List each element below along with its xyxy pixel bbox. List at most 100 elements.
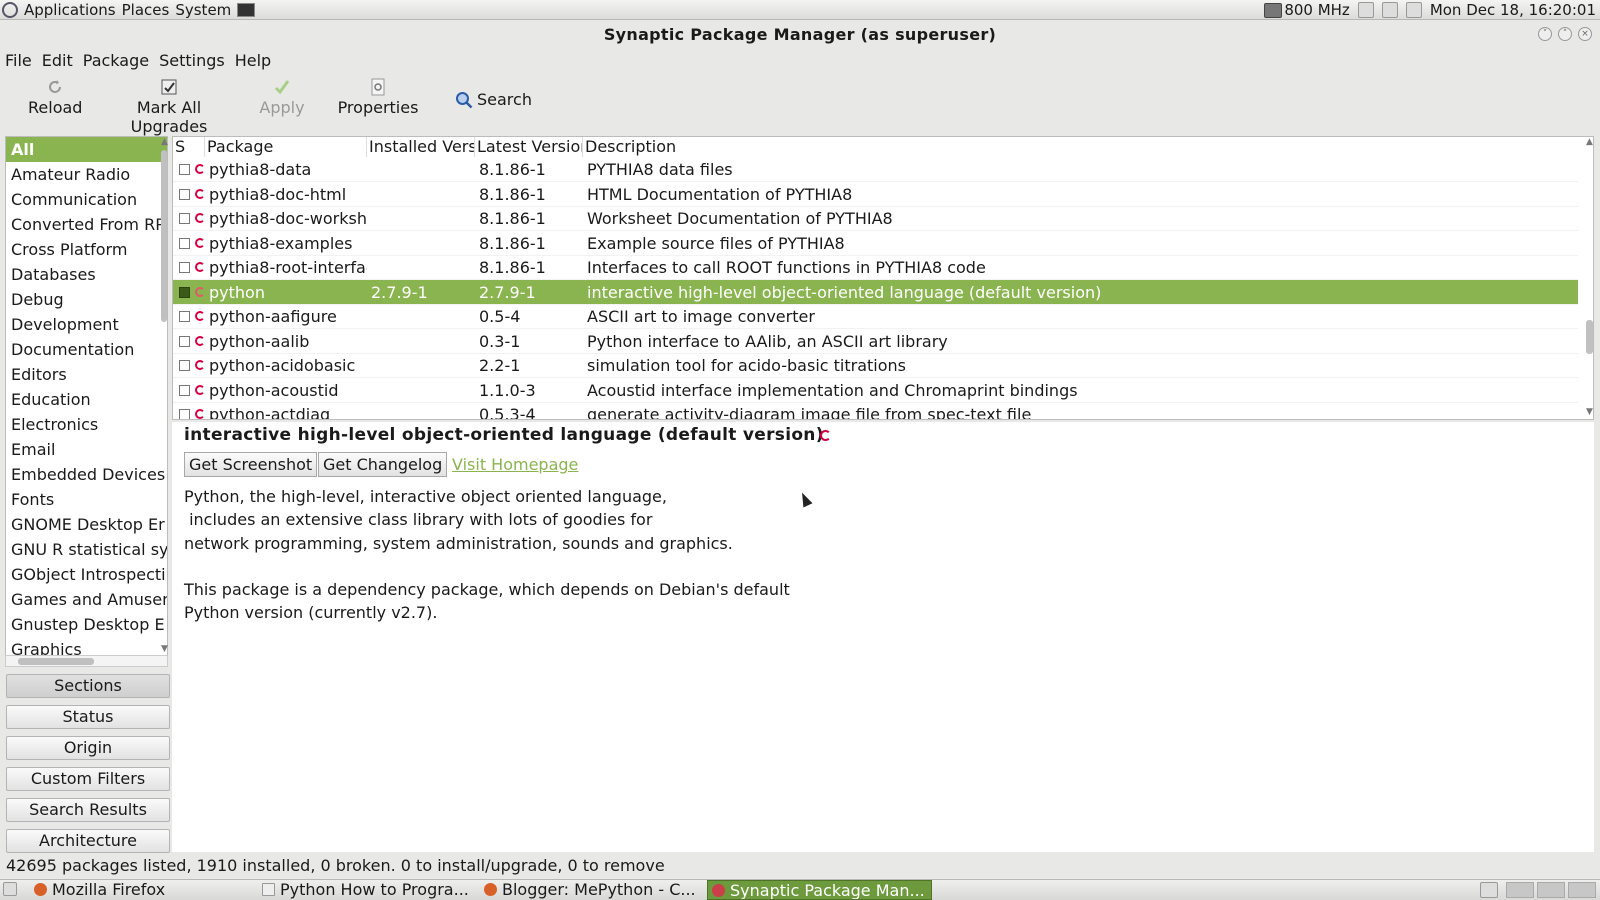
section-item[interactable]: Email <box>6 437 167 462</box>
filter-custom-filters-button[interactable]: Custom Filters <box>6 767 170 791</box>
workspace-1[interactable] <box>1506 882 1534 898</box>
menu-package[interactable]: Package <box>83 50 149 72</box>
table-row[interactable]: pythia8-doc-html 8.1.86-1 HTML Documentati… <box>173 182 1578 207</box>
table-row[interactable]: python-aafigure 0.5-4 ASCII art to image c… <box>173 304 1578 329</box>
package-vertical-scrollbar[interactable] <box>1584 138 1594 418</box>
filter-architecture-button[interactable]: Architecture <box>6 829 170 853</box>
package-checkbox[interactable] <box>179 360 190 371</box>
package-checkbox[interactable] <box>179 188 190 200</box>
taskbar-item-blogger[interactable]: Blogger: MePython - C... <box>480 880 698 900</box>
maximize-icon[interactable]: ˄ <box>1558 27 1572 41</box>
col-header-latest[interactable]: Latest Versior <box>475 137 583 157</box>
table-scroll-up-icon[interactable]: ▲ <box>1586 137 1593 147</box>
package-checkbox[interactable] <box>179 237 190 249</box>
scroll-down-arrow-icon[interactable]: ▼ <box>161 644 168 654</box>
menu-edit[interactable]: Edit <box>42 50 73 72</box>
system-menu[interactable]: System <box>175 1 231 19</box>
cell-description: Interfaces to call ROOT functions in PYT… <box>587 258 986 277</box>
close-icon[interactable]: × <box>1578 27 1592 41</box>
section-item[interactable]: Gnustep Desktop E <box>6 612 167 637</box>
table-row[interactable]: python-acidobasic 2.2-1 simulation tool fo… <box>173 353 1578 378</box>
workspace-2[interactable] <box>1537 882 1565 898</box>
section-item[interactable]: Communication <box>6 187 167 212</box>
section-item[interactable]: Debug <box>6 287 167 312</box>
table-row[interactable]: pythia8-data 8.1.86-1 PYTHIA8 data files <box>173 157 1578 182</box>
cpu-monitor-icon[interactable] <box>1264 2 1283 18</box>
package-checkbox[interactable] <box>179 409 190 419</box>
gnome-foot-icon[interactable] <box>2 2 18 18</box>
col-header-status[interactable]: S <box>173 137 205 157</box>
section-item[interactable]: GNOME Desktop Er <box>6 512 167 537</box>
package-checkbox[interactable] <box>179 213 190 224</box>
col-header-description[interactable]: Description <box>583 137 1573 157</box>
volume-icon[interactable] <box>1381 2 1398 18</box>
sections-hscroll-thumb[interactable] <box>18 658 94 665</box>
section-item[interactable]: Amateur Radio <box>6 162 167 187</box>
package-checkbox[interactable] <box>179 262 190 273</box>
section-item[interactable]: Education <box>6 387 167 412</box>
menu-file[interactable]: File <box>5 50 32 72</box>
terminal-launcher-icon[interactable] <box>237 3 256 17</box>
package-checkbox[interactable] <box>179 286 190 298</box>
table-row[interactable]: pythia8-examples 8.1.86-1 Example source f… <box>173 231 1578 256</box>
section-item[interactable]: Electronics <box>6 412 167 437</box>
section-item[interactable]: Converted From RP <box>6 212 167 237</box>
menu-settings[interactable]: Settings <box>159 50 225 72</box>
section-item[interactable]: Cross Platform <box>6 237 167 262</box>
taskbar-item-python-book[interactable]: Python How to Progra... <box>258 880 468 900</box>
taskbar-item-synaptic[interactable]: Synaptic Package Man... <box>707 880 932 900</box>
section-item[interactable]: Games and Amuser <box>6 587 167 612</box>
reload-button[interactable]: Reload <box>28 78 82 126</box>
applications-menu[interactable]: Applications <box>24 1 116 19</box>
table-row[interactable]: pythia8-doc-workshe 8.1.86-1 Worksheet Doc… <box>173 206 1578 231</box>
table-row[interactable]: python-acoustid 1.1.0-3 Acoustid interface… <box>173 378 1578 403</box>
properties-button[interactable]: Properties <box>336 78 420 126</box>
section-item[interactable]: GNU R statistical sy <box>6 537 167 562</box>
show-desktop-icon[interactable] <box>3 882 17 896</box>
minimize-icon[interactable]: ˅ <box>1538 27 1552 41</box>
table-row[interactable]: python-actdiag 0.5.3-4 generate activity-d… <box>173 402 1578 420</box>
taskbar-item-firefox[interactable]: Mozilla Firefox <box>30 880 250 900</box>
notes-icon[interactable] <box>1405 2 1422 18</box>
sections-scroll-thumb[interactable] <box>161 150 167 322</box>
table-row[interactable]: python-aalib 0.3-1 Python interface to AAl… <box>173 329 1578 354</box>
workspace-3[interactable] <box>1568 882 1596 898</box>
section-item[interactable]: All <box>6 137 167 162</box>
get-screenshot-button[interactable]: Get Screenshot <box>184 452 318 477</box>
menu-help[interactable]: Help <box>235 50 271 72</box>
package-scroll-thumb[interactable] <box>1586 320 1593 354</box>
taskbar-label: Python How to Progra... <box>280 880 468 899</box>
section-item[interactable]: Documentation <box>6 337 167 362</box>
get-changelog-button[interactable]: Get Changelog <box>318 452 448 477</box>
table-row[interactable]: python 2.7.9-1 2.7.9-1 interactive high-lev… <box>173 279 1578 305</box>
table-scroll-down-icon[interactable]: ▼ <box>1586 407 1593 417</box>
col-header-package[interactable]: Package <box>205 137 367 157</box>
scroll-up-arrow-icon[interactable]: ▲ <box>161 137 168 147</box>
col-header-installed[interactable]: Installed Vers <box>367 137 475 157</box>
visit-homepage-link[interactable]: Visit Homepage <box>452 455 578 474</box>
filter-search-results-button[interactable]: Search Results <box>6 798 170 822</box>
section-item[interactable]: Development <box>6 312 167 337</box>
package-checkbox[interactable] <box>179 164 190 175</box>
section-item[interactable]: Editors <box>6 362 167 387</box>
section-item[interactable]: GObject Introspecti <box>6 562 167 587</box>
table-row[interactable]: pythia8-root-interfac 8.1.86-1 Interfaces … <box>173 255 1578 280</box>
places-menu[interactable]: Places <box>122 1 170 19</box>
section-item[interactable]: Fonts <box>6 487 167 512</box>
cell-latest-version: 8.1.86-1 <box>479 233 546 253</box>
package-checkbox[interactable] <box>179 311 190 322</box>
search-button[interactable]: Search <box>455 90 532 109</box>
filter-status-button[interactable]: Status <box>6 705 170 729</box>
mark-all-upgrades-button[interactable]: Mark All Upgrades <box>98 78 240 136</box>
filter-sections-button[interactable]: Sections <box>6 674 170 698</box>
clock[interactable]: Mon Dec 18, 16:20:01 <box>1430 1 1596 19</box>
section-item[interactable]: Databases <box>6 262 167 287</box>
package-checkbox[interactable] <box>179 335 190 347</box>
network-icon[interactable] <box>1357 2 1374 18</box>
cell-latest-version: 0.5.3-4 <box>479 405 536 420</box>
apply-button[interactable]: Apply <box>258 78 306 126</box>
trash-icon[interactable] <box>1480 882 1498 898</box>
section-item[interactable]: Embedded Devices <box>6 462 167 487</box>
filter-origin-button[interactable]: Origin <box>6 736 170 760</box>
package-checkbox[interactable] <box>179 384 190 396</box>
